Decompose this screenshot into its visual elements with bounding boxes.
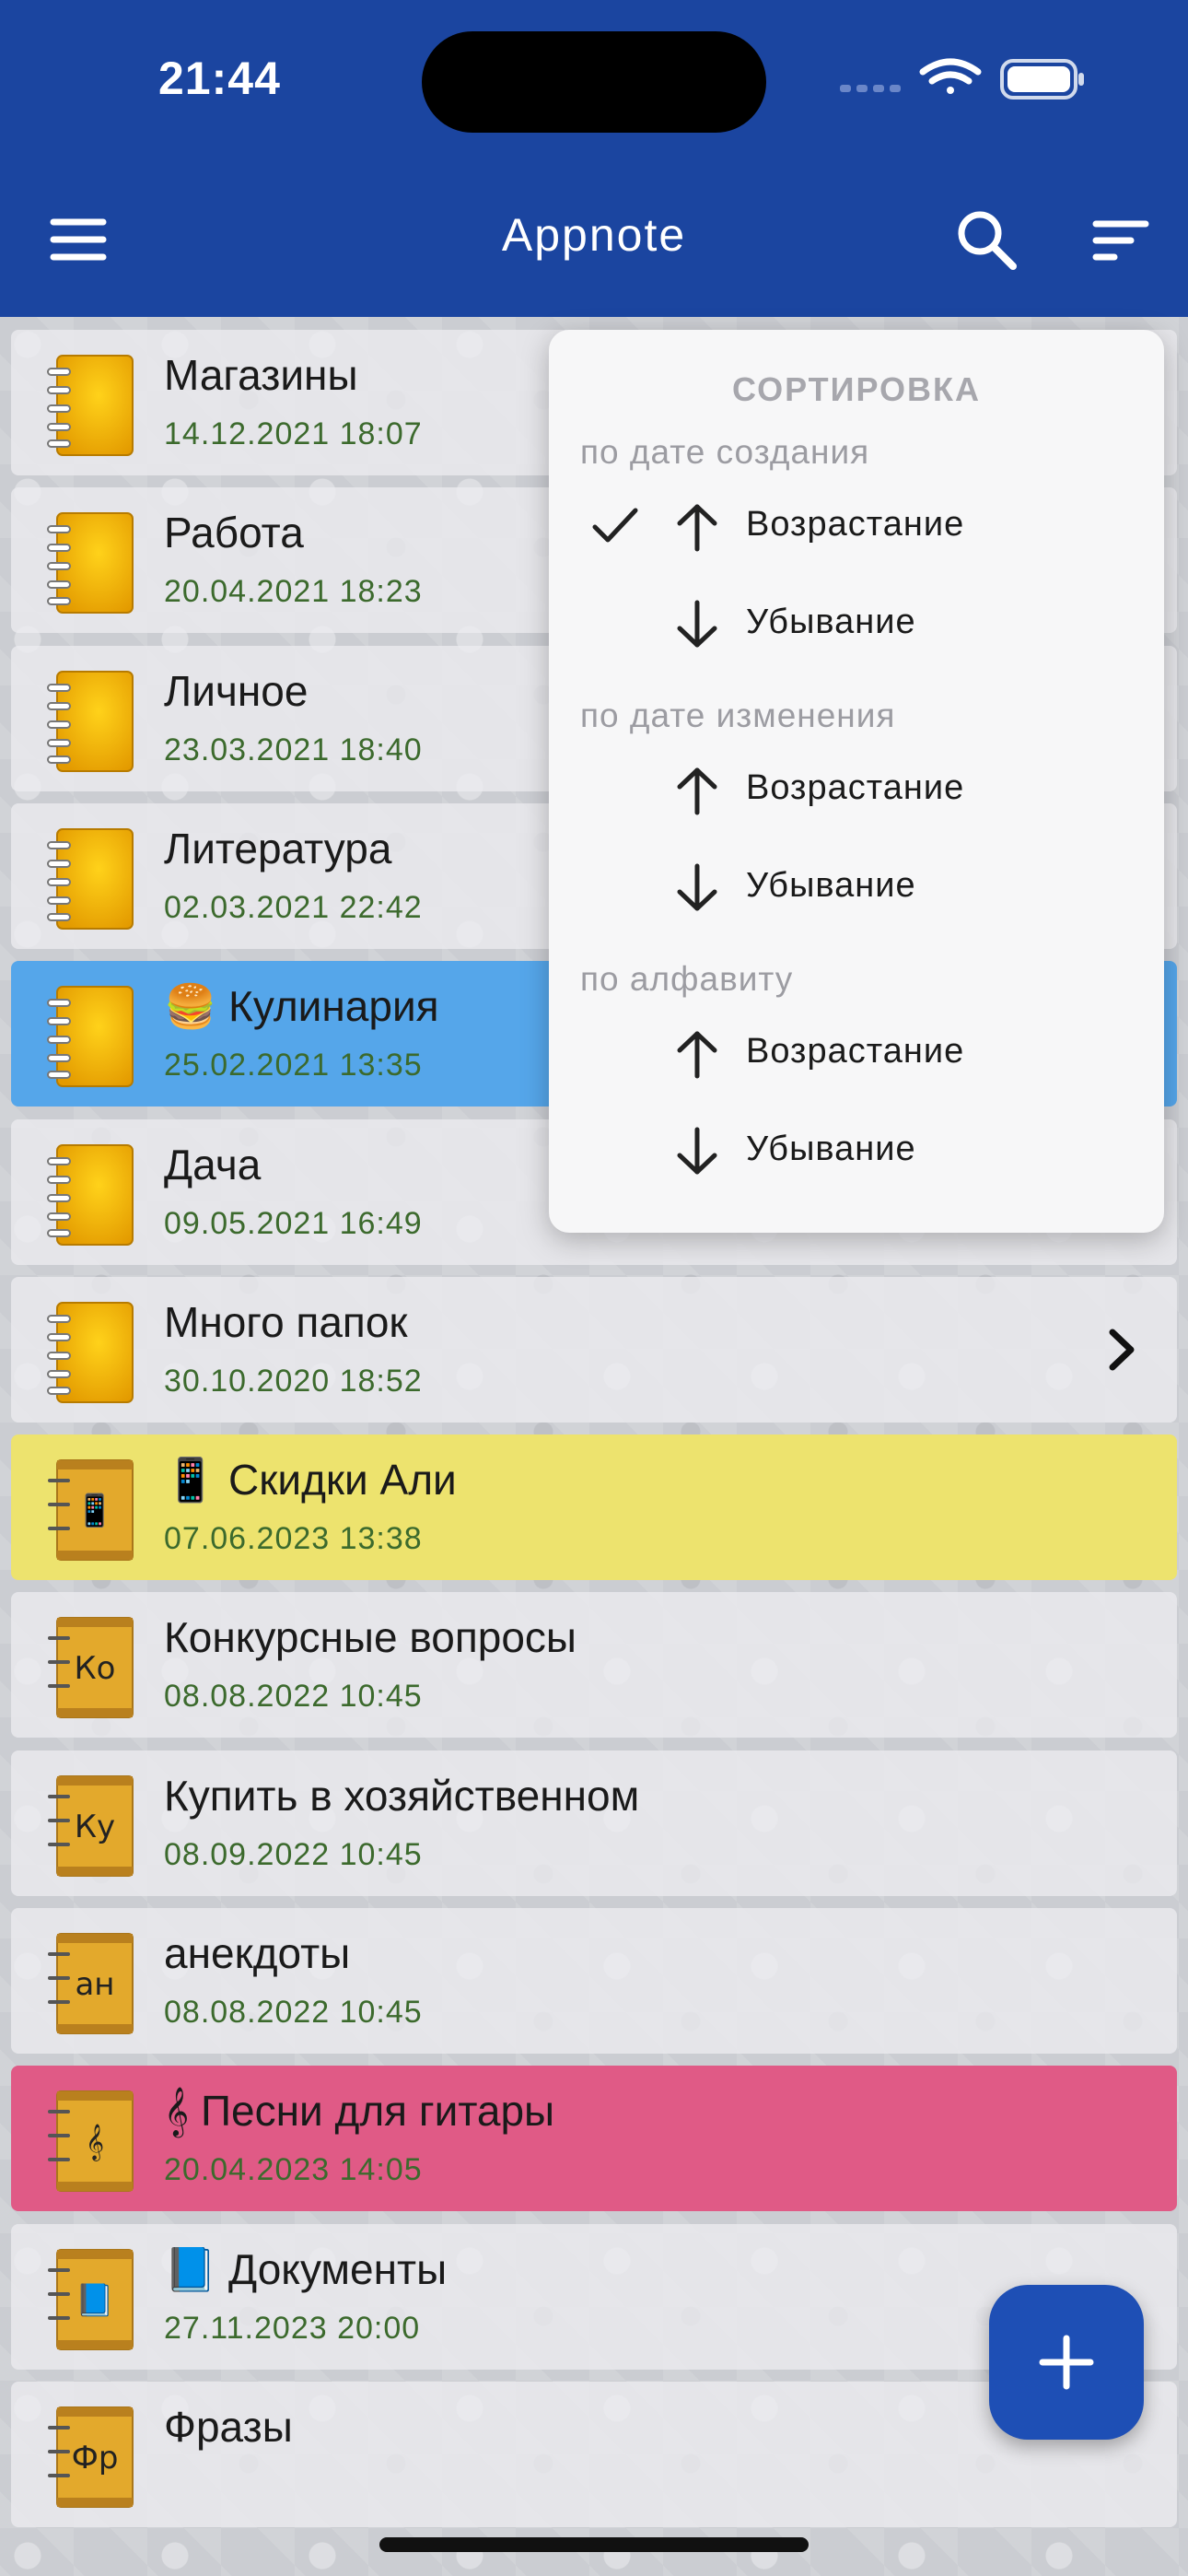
folder-row[interactable]: 𝄞 𝄞 Песни для гитары 20.04.2023 14:05 — [11, 2066, 1177, 2211]
notebook-icon — [47, 355, 134, 456]
status-time: 21:44 — [158, 53, 281, 104]
folder-date: 20.04.2021 18:23 — [164, 574, 423, 609]
folder-title: Дача — [164, 1141, 262, 1188]
sort-menu: СОРТИРОВКА по дате создания Возрастание Уб… — [549, 330, 1164, 1233]
status-icons — [840, 58, 1084, 100]
folder-title: Магазины — [164, 351, 358, 399]
folder-title: 📘 Документы — [164, 2245, 448, 2293]
plus-icon — [1039, 2335, 1094, 2390]
folder-title: Много папок — [164, 1298, 408, 1346]
folder-date: 02.03.2021 22:42 — [164, 890, 423, 925]
sort-option-ascending[interactable]: Возрастание — [549, 1012, 1164, 1095]
note-icon: 📱 — [48, 1459, 134, 1561]
folder-date: 14.12.2021 18:07 — [164, 416, 423, 451]
note-icon: ан — [48, 1933, 134, 2034]
sort-group-label: по алфавиту — [580, 960, 794, 998]
folder-title: 𝄞 Песни для гитары — [164, 2087, 555, 2135]
battery-icon — [1000, 59, 1084, 100]
dynamic-island — [422, 31, 766, 133]
notebook-icon — [47, 671, 134, 772]
notebook-icon — [47, 986, 134, 1087]
folder-title: Работа — [164, 509, 304, 556]
sort-option-label: Возрастание — [746, 1032, 965, 1071]
sort-option-ascending[interactable]: Возрастание — [549, 485, 1164, 568]
wifi-icon — [919, 58, 982, 94]
folder-title: 🍔 Кулинария — [164, 982, 439, 1030]
folder-date: 08.08.2022 10:45 — [164, 1995, 423, 2030]
sort-group-label: по дате создания — [580, 433, 870, 471]
sort-option-descending[interactable]: Убывание — [549, 582, 1164, 665]
sort-option-descending[interactable]: Убывание — [549, 846, 1164, 929]
folder-row[interactable]: Ко Конкурсные вопросы 08.08.2022 10:45 — [11, 1592, 1177, 1738]
sort-icon[interactable] — [1089, 207, 1153, 272]
note-icon: Ко — [48, 1617, 134, 1718]
arrow-up-icon — [677, 767, 717, 815]
folder-date: 09.05.2021 16:49 — [164, 1206, 423, 1241]
note-badge-label: ан — [75, 1966, 114, 2003]
folder-title: анекдоты — [164, 1929, 351, 1977]
arrow-up-icon — [677, 1031, 717, 1079]
folder-title: Фразы — [164, 2403, 293, 2451]
note-badge-label: Ко — [75, 1650, 116, 1687]
folder-title: Литература — [164, 825, 392, 872]
note-badge-label: Ку — [75, 1809, 115, 1845]
note-icon: 𝄞 — [48, 2090, 134, 2192]
notebook-icon — [47, 828, 134, 930]
sort-group-label: по дате изменения — [580, 697, 896, 734]
sort-option-label: Убывание — [746, 603, 916, 641]
note-badge-label: 📘 — [76, 2282, 114, 2319]
sort-menu-title: СОРТИРОВКА — [731, 370, 981, 408]
notebook-icon — [47, 1144, 134, 1246]
chevron-right-icon — [1109, 1329, 1135, 1371]
app-header: 21:44 Appnote — [0, 0, 1188, 317]
folder-date: 23.03.2021 18:40 — [164, 732, 423, 767]
folder-date: 08.08.2022 10:45 — [164, 1679, 423, 1714]
notebook-icon — [47, 1302, 134, 1403]
note-icon: Фр — [48, 2406, 134, 2508]
notebook-icon — [47, 512, 134, 614]
note-icon: 📘 — [48, 2249, 134, 2350]
sort-option-label: Возрастание — [746, 505, 965, 544]
folder-title: 📱 Скидки Али — [164, 1456, 457, 1504]
folder-row[interactable]: Много папок 30.10.2020 18:52 — [11, 1277, 1177, 1423]
search-icon[interactable] — [954, 207, 1019, 272]
sort-option-ascending[interactable]: Возрастание — [549, 748, 1164, 831]
folder-row[interactable]: Ку Купить в хозяйственном 08.09.2022 10:45 — [11, 1751, 1177, 1896]
folder-date: 20.04.2023 14:05 — [164, 2152, 423, 2187]
folder-title: Купить в хозяйственном — [164, 1772, 640, 1820]
folder-date: 30.10.2020 18:52 — [164, 1364, 423, 1399]
arrow-down-icon — [677, 863, 717, 911]
sort-option-label: Убывание — [746, 1130, 916, 1168]
cellular-icon — [840, 85, 901, 92]
add-button[interactable] — [989, 2285, 1144, 2440]
arrow-up-icon — [677, 504, 717, 552]
sort-option-label: Убывание — [746, 866, 916, 905]
folder-row[interactable]: ан анекдоты 08.08.2022 10:45 — [11, 1908, 1177, 2054]
folder-row[interactable]: 📱 📱 Скидки Али 07.06.2023 13:38 — [11, 1434, 1177, 1580]
checkmark-icon — [592, 508, 638, 543]
folder-date: 07.06.2023 13:38 — [164, 1521, 423, 1556]
arrow-down-icon — [677, 1127, 717, 1175]
folder-title: Личное — [164, 667, 309, 715]
sort-option-descending[interactable]: Убывание — [549, 1109, 1164, 1192]
folder-date: 27.11.2023 20:00 — [164, 2311, 421, 2346]
note-badge-label: 𝄞 — [86, 2124, 104, 2161]
note-badge-label: Фр — [72, 2440, 119, 2476]
sort-option-label: Возрастание — [746, 768, 965, 807]
arrow-down-icon — [677, 600, 717, 648]
folder-date: 08.09.2022 10:45 — [164, 1837, 423, 1872]
folder-date: 25.02.2021 13:35 — [164, 1048, 423, 1083]
home-indicator — [379, 2537, 809, 2552]
note-icon: Ку — [48, 1775, 134, 1877]
folder-title: Конкурсные вопросы — [164, 1613, 577, 1661]
note-badge-label: 📱 — [76, 1493, 114, 1529]
